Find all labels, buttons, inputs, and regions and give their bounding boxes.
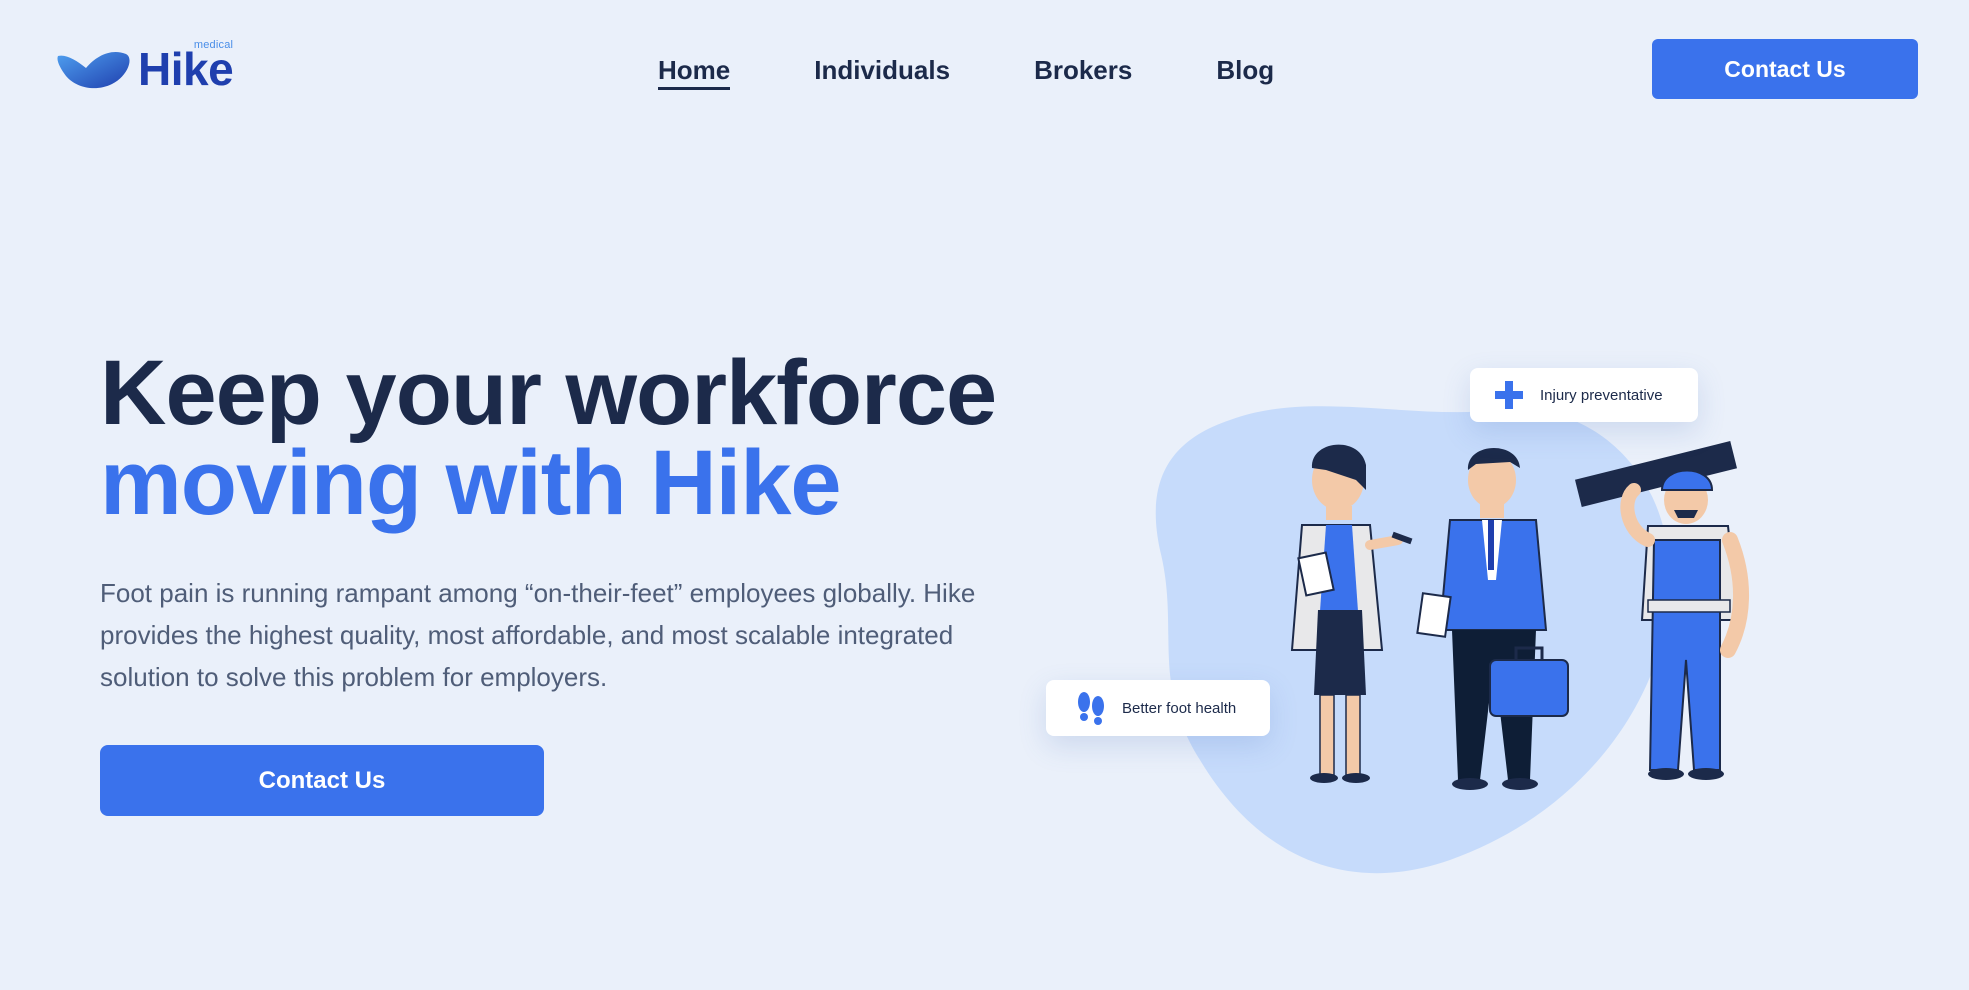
hero-title: Keep your workforce moving with Hike <box>100 342 997 534</box>
brand-sub: medical <box>193 39 234 51</box>
nav-individuals[interactable]: Individuals <box>814 54 950 90</box>
footprints-icon <box>1074 691 1108 725</box>
nav-brokers[interactable]: Brokers <box>1034 54 1132 90</box>
logo-text: Hike medical <box>138 40 234 93</box>
badge-injury-label: Injury preventative <box>1540 386 1663 404</box>
header-contact-button[interactable]: Contact Us <box>1652 39 1918 99</box>
hero-title-line2: moving with Hike <box>100 432 842 534</box>
nav-blog[interactable]: Blog <box>1216 54 1274 90</box>
nav-home[interactable]: Home <box>658 54 731 90</box>
hero-description: Foot pain is running rampant among “on-t… <box>100 578 976 692</box>
main-nav: Home Individuals Brokers Blog <box>658 54 1274 90</box>
hero-title-line1: Keep your workforce <box>100 342 997 444</box>
badge-foot-label: Better foot health <box>1122 699 1237 717</box>
medical-cross-icon <box>1492 378 1526 412</box>
logo[interactable]: Hike medical <box>56 40 246 94</box>
logo-wave-icon <box>57 51 130 89</box>
badge-injury-preventative: Injury preventative <box>1470 368 1698 422</box>
badge-better-foot-health: Better foot health <box>1046 680 1270 736</box>
hero-contact-button[interactable]: Contact Us <box>100 745 544 816</box>
